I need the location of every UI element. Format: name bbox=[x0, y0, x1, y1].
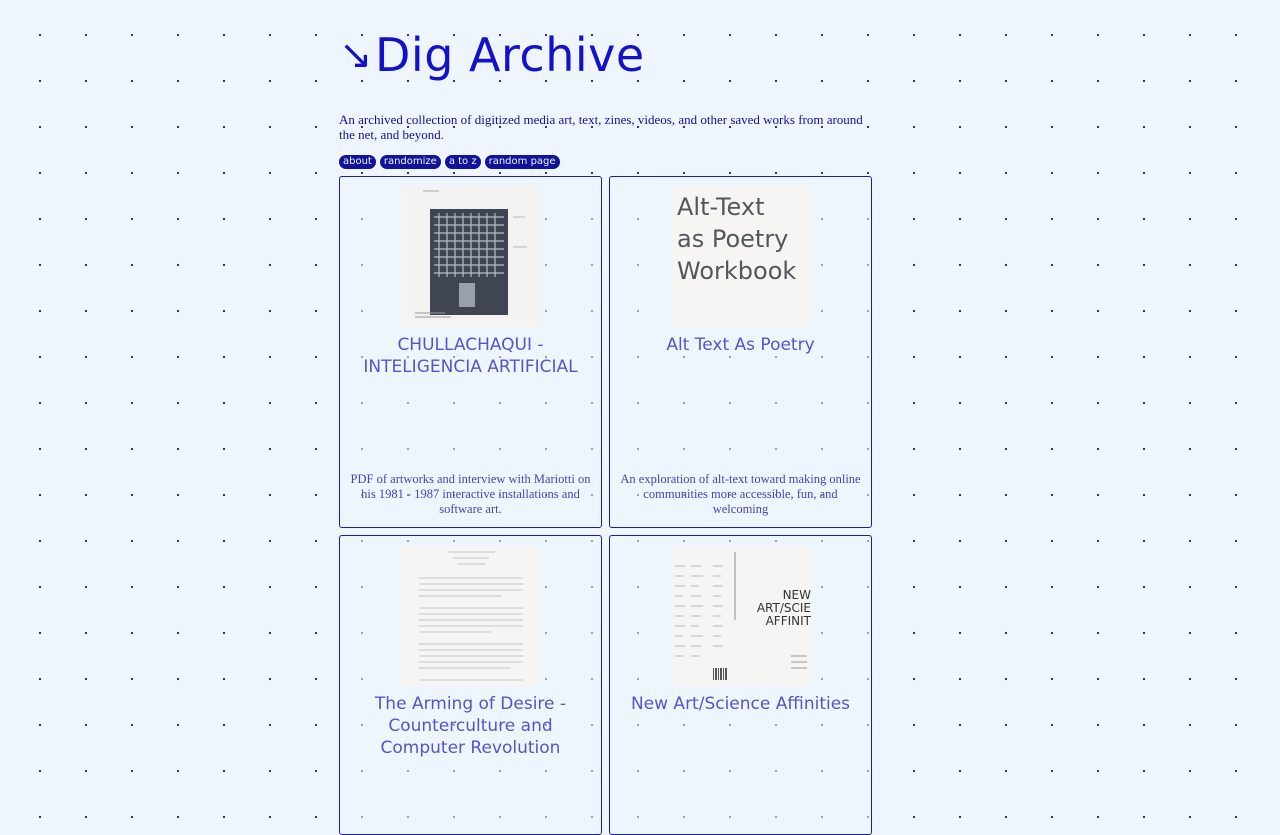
site-title[interactable]: ↘ Dig Archive bbox=[339, 28, 645, 82]
card-title[interactable]: New Art/Science Affinities bbox=[618, 693, 863, 715]
nav-random-page-button[interactable]: random page bbox=[484, 155, 560, 169]
nav-a-to-z-button[interactable]: a to z bbox=[444, 155, 481, 169]
thumb-line: Alt-Text bbox=[677, 193, 765, 221]
card-thumbnail[interactable] bbox=[401, 187, 541, 327]
nav-about-button[interactable]: about bbox=[339, 155, 376, 169]
card-title[interactable]: The Arming of Desire - Counterculture an… bbox=[348, 693, 593, 759]
site-description: An archived collection of digitized medi… bbox=[339, 112, 863, 142]
card-title[interactable]: CHULLACHAQUI - INTELIGENCIA ARTIFICIAL bbox=[348, 334, 593, 378]
thumb-line: AFFINIT bbox=[765, 614, 811, 628]
typed-document-image bbox=[401, 546, 541, 686]
thumb-line: as Poetry bbox=[677, 225, 789, 253]
card-title[interactable]: Alt Text As Poetry bbox=[618, 334, 863, 356]
scanned-document-image bbox=[401, 187, 541, 327]
nav-bar: about randomize a to z random page bbox=[339, 155, 560, 169]
archive-card[interactable]: Alt-Text as Poetry Workbook Alt Text As … bbox=[609, 176, 872, 528]
card-thumbnail[interactable]: NEW ART/SCIE AFFINIT bbox=[671, 546, 811, 686]
arrow-icon: ↘ bbox=[339, 32, 374, 78]
archive-card[interactable]: NEW ART/SCIE AFFINIT New Art/Science Aff… bbox=[609, 535, 872, 835]
card-thumbnail[interactable] bbox=[401, 546, 541, 686]
card-description: An exploration of alt-text toward making… bbox=[620, 472, 861, 516]
site-title-text: Dig Archive bbox=[375, 28, 645, 82]
card-description: PDF of artworks and interview with Mario… bbox=[350, 472, 591, 516]
book-cover-text: NEW ART/SCIE AFFINIT bbox=[757, 589, 811, 628]
thumb-line: Workbook bbox=[677, 257, 797, 285]
card-thumbnail[interactable]: Alt-Text as Poetry Workbook bbox=[671, 187, 811, 327]
archive-card[interactable]: The Arming of Desire - Counterculture an… bbox=[339, 535, 602, 835]
archive-card[interactable]: CHULLACHAQUI - INTELIGENCIA ARTIFICIAL P… bbox=[339, 176, 602, 528]
nav-randomize-button[interactable]: randomize bbox=[379, 155, 441, 169]
